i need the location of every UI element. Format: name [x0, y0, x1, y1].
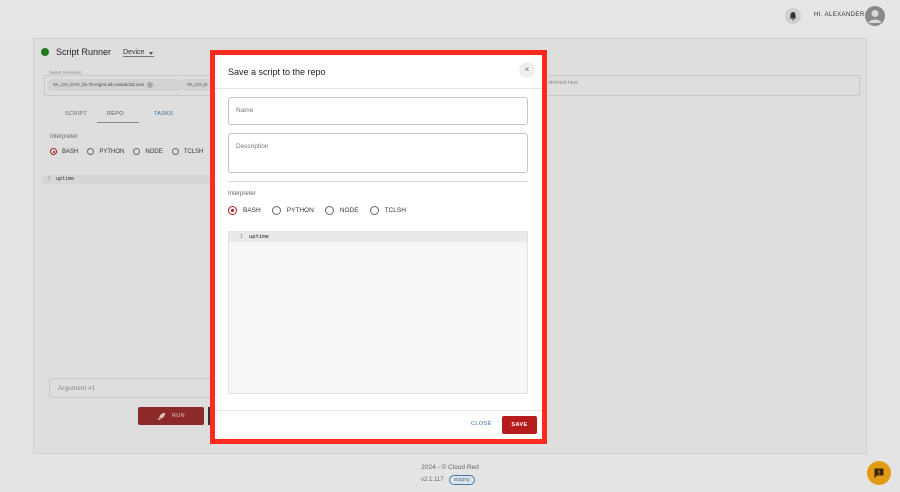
- chip-remove-icon[interactable]: [147, 81, 154, 88]
- interpreter-radio-group: BASH PYTHON NODE TCLSH: [50, 148, 212, 155]
- radio-tclsh[interactable]: [171, 148, 179, 155]
- radio-bash[interactable]: [50, 148, 57, 155]
- code-editor[interactable]: 1 uptime: [228, 231, 528, 394]
- footer-copyright: 2024 - © Cloud Red: [421, 464, 479, 471]
- run-button[interactable]: RUN: [138, 407, 204, 425]
- notifications-bell-icon[interactable]: [785, 8, 801, 24]
- page-title: Script Runner: [56, 47, 112, 57]
- tab-script[interactable]: SCRIPT: [65, 111, 87, 117]
- argument-input[interactable]: Argument #1: [49, 378, 214, 398]
- top-app-bar: [0, 0, 900, 34]
- section-divider: [228, 181, 528, 182]
- interpreter-label: Interpreter: [228, 191, 256, 197]
- connection-status-dot: [41, 48, 49, 56]
- device-chip[interactable]: VA_CH_CHV_01-7b-mgmt.lab.ravlabchd.com: [47, 79, 183, 91]
- radio-python[interactable]: [87, 148, 95, 155]
- header-divider: [215, 88, 542, 89]
- description-input[interactable]: Description: [228, 133, 528, 173]
- code-editor[interactable]: 1 uptime: [42, 175, 212, 184]
- close-button[interactable]: CLOSE: [469, 417, 494, 431]
- rocket-icon: [157, 412, 166, 420]
- save-button[interactable]: SAVE: [502, 416, 537, 434]
- interpreter-label: Interpreter: [50, 134, 78, 140]
- radio-bash[interactable]: [228, 206, 237, 215]
- tab-repo[interactable]: REPO: [107, 111, 124, 117]
- environment-badge: staging: [448, 475, 475, 485]
- device-field-text: rdrtment here: [548, 80, 579, 86]
- feedback-icon: [874, 468, 884, 478]
- save-script-dialog-highlight: Save a script to the repo × Name Descrip…: [210, 50, 547, 444]
- user-avatar-icon[interactable]: [865, 6, 885, 26]
- radio-python[interactable]: [271, 206, 281, 215]
- radio-tclsh[interactable]: [369, 206, 379, 215]
- active-tab-indicator: [97, 122, 139, 123]
- interpreter-radio-group: BASH PYTHON NODE TCLSH: [228, 206, 417, 215]
- code-line: 1 uptime: [229, 232, 527, 242]
- radio-node[interactable]: [324, 206, 334, 215]
- close-icon[interactable]: ×: [519, 62, 535, 78]
- radio-node[interactable]: [133, 148, 141, 155]
- footer-version: v2.1.117 staging: [421, 475, 475, 485]
- footer-divider: [215, 410, 542, 411]
- user-greeting[interactable]: HI, ALEXANDER: [814, 12, 865, 18]
- dialog-title: Save a script to the repo: [228, 67, 326, 77]
- tab-tasks[interactable]: TASKS: [154, 111, 173, 117]
- name-input[interactable]: Name: [228, 97, 528, 125]
- feedback-button[interactable]: [867, 461, 891, 485]
- device-mode-select[interactable]: Device: [123, 49, 155, 57]
- device-select-label: Select Device(s): [48, 70, 83, 75]
- save-script-dialog: Save a script to the repo × Name Descrip…: [215, 55, 542, 439]
